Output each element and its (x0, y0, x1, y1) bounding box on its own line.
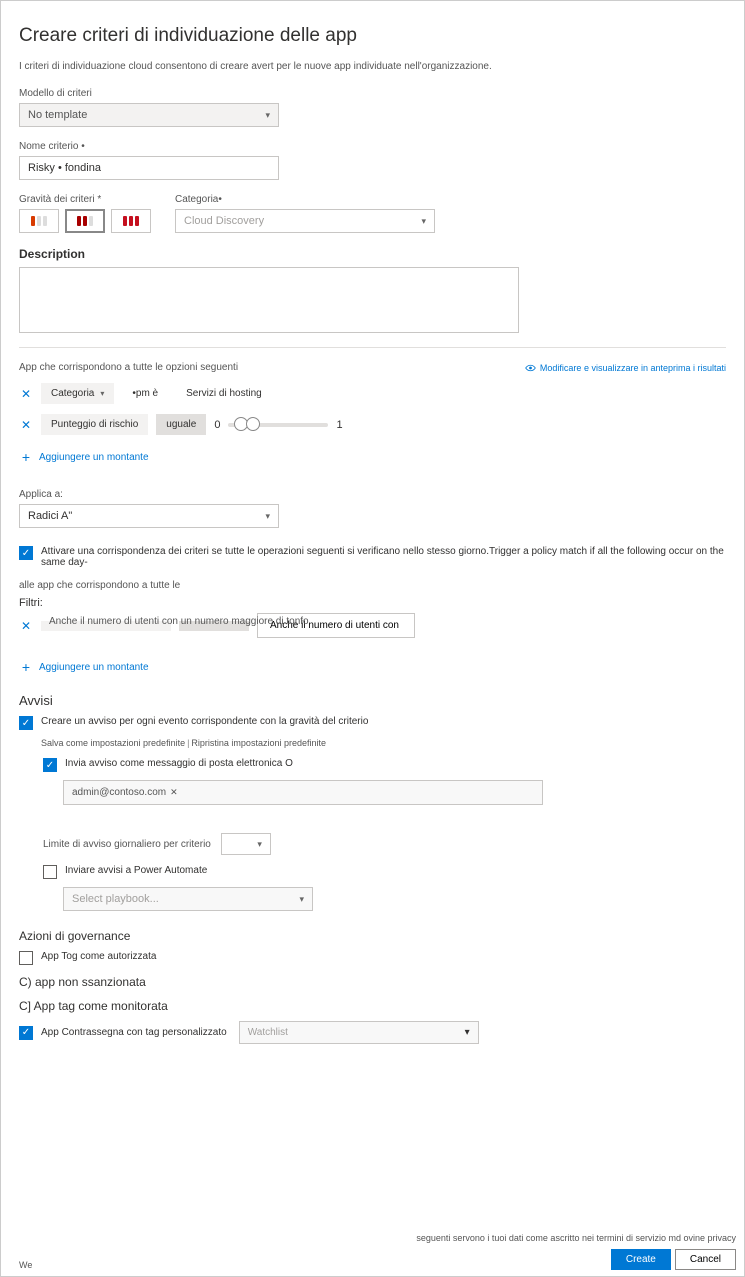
page-title: Creare criteri di individuazione delle a… (19, 25, 726, 47)
governance-header: Azioni di governance (19, 929, 726, 943)
description-textarea[interactable] (19, 267, 519, 333)
alert-settings-links: Salva come impostazioni predefinite|Ripr… (41, 738, 726, 748)
gov-unsanctioned: C) app non ssanzionata (19, 975, 726, 989)
gov-monitored: C] App tag come monitorata (19, 999, 726, 1013)
filter-op-category[interactable]: •pm è (122, 383, 168, 404)
chevron-down-icon: ▾ (265, 110, 270, 121)
create-alert-checkbox[interactable]: ✓ (19, 716, 33, 730)
template-value: No template (28, 109, 87, 121)
policyname-input[interactable]: Risky • fondina (19, 156, 279, 180)
category-label: Categoria• (175, 194, 435, 205)
apps-section-label: App che corrispondono a tutte le opzioni… (19, 362, 238, 373)
applyto-label: Applica a: (19, 489, 726, 500)
description-label: Description (19, 247, 726, 261)
gov-customtag-label: App Contrassegna con tag personalizzato (41, 1027, 227, 1038)
add-filter-button[interactable]: + Aggiungere un montante (19, 449, 726, 465)
template-select[interactable]: No template ▾ (19, 103, 279, 127)
footer-text: seguenti servono i tuoi dati come ascrit… (416, 1231, 736, 1245)
filter-val-category[interactable]: Servizi di hosting (176, 383, 272, 404)
alerts-header: Avvisi (19, 693, 726, 708)
remove-filter-icon[interactable]: ✕ (19, 418, 33, 432)
restore-default-link[interactable]: Ripristina impostazioni predefinite (191, 738, 326, 748)
severity-label: Gravità dei criteri * (19, 194, 151, 205)
plus-icon: + (19, 659, 33, 675)
gov-customtag-row: ✓ App Contrassegna con tag personalizzat… (19, 1021, 726, 1044)
playbook-select[interactable]: Select playbook... ▾ (63, 887, 313, 911)
gov-authorized-row: App Tog come autorizzata (19, 951, 726, 965)
chevron-down-icon: ▾ (257, 839, 262, 850)
severity-medium[interactable] (65, 209, 105, 233)
chevron-down-icon: ▾ (299, 894, 304, 905)
cancel-button[interactable]: Cancel (675, 1249, 736, 1270)
chevron-down-icon: ▾ (265, 511, 270, 522)
slider-max: 1 (336, 419, 342, 431)
powerautomate-row: Inviare avvisi a Power Automate (43, 865, 726, 879)
footer-left: We (19, 1260, 32, 1270)
email-alert-checkbox[interactable]: ✓ (43, 758, 57, 772)
email-chip[interactable]: admin@contoso.com ✕ (72, 787, 178, 798)
trigger-checkbox[interactable]: ✓ (19, 546, 33, 560)
severity-low[interactable] (19, 209, 59, 233)
severity-high[interactable] (111, 209, 151, 233)
category-select[interactable]: Cloud Discovery ▾ (175, 209, 435, 233)
page-subtitle: I criteri di individuazione cloud consen… (19, 61, 726, 72)
eye-icon (525, 364, 536, 372)
add-filter-button-2[interactable]: + Aggiungere un montante (19, 659, 726, 675)
category-value: Cloud Discovery (184, 215, 264, 227)
create-alert-label: Creare un avviso per ogni evento corrisp… (41, 716, 368, 727)
create-alert-row: ✓ Creare un avviso per ogni evento corri… (19, 716, 726, 730)
customtag-value: Watchlist (248, 1027, 288, 1038)
gov-authorized-label: App Tog come autorizzata (41, 951, 156, 962)
filter-op-risk[interactable]: uguale (156, 414, 206, 435)
gov-authorized-checkbox[interactable] (19, 951, 33, 965)
remove-email-icon[interactable]: ✕ (170, 787, 178, 798)
email-alert-row: ✓ Invia avviso come messaggio di posta e… (43, 758, 726, 772)
filter-field-category[interactable]: Categoria▾ (41, 383, 114, 404)
trigger-label: Attivare una corrispondenza dei criteri … (41, 546, 726, 568)
risk-slider[interactable]: 0 1 (214, 419, 342, 431)
filter-users-b[interactable] (179, 621, 249, 631)
filters-label: Filtri: (19, 597, 726, 609)
severity-group (19, 209, 151, 233)
filters-header-label: alle app che corrispondono a tutte le (19, 580, 726, 591)
applyto-value: Radici A" (28, 510, 72, 522)
filter-row-category: ✕ Categoria▾ •pm è Servizi di hosting (19, 383, 726, 404)
filter-users-a[interactable] (41, 621, 171, 631)
remove-filter-icon[interactable]: ✕ (19, 387, 33, 401)
filter-row-risk: ✕ Punteggio di rischio uguale 0 1 (19, 414, 726, 435)
create-button[interactable]: Create (611, 1249, 671, 1270)
email-input[interactable]: admin@contoso.com ✕ (63, 780, 543, 805)
gov-customtag-checkbox[interactable]: ✓ (19, 1026, 33, 1040)
trigger-check-row: ✓ Attivare una corrispondenza dei criter… (19, 546, 726, 568)
edit-preview-link[interactable]: Modificare e visualizzare in anteprima i… (525, 363, 726, 373)
template-label: Modello di criteri (19, 88, 726, 99)
remove-filter-icon[interactable]: ✕ (19, 619, 33, 633)
policyname-value: Risky • fondina (28, 162, 101, 174)
slider-min: 0 (214, 419, 220, 431)
daily-limit-label: Limite di avviso giornaliero per criteri… (43, 839, 211, 850)
daily-limit-select[interactable]: ▾ (221, 833, 271, 855)
filter-field-risk[interactable]: Punteggio di rischio (41, 414, 148, 435)
save-default-link[interactable]: Salva come impostazioni predefinite (41, 738, 185, 748)
playbook-placeholder: Select playbook... (72, 893, 159, 905)
chevron-down-icon: ▾ (421, 216, 426, 227)
powerautomate-checkbox[interactable] (43, 865, 57, 879)
plus-icon: + (19, 449, 33, 465)
chevron-down-icon: ▾ (465, 1027, 470, 1038)
filter-users-c[interactable] (257, 613, 415, 638)
email-alert-label: Invia avviso come messaggio di posta ele… (65, 758, 293, 769)
powerautomate-label: Inviare avvisi a Power Automate (65, 865, 207, 876)
customtag-select[interactable]: Watchlist ▾ (239, 1021, 479, 1044)
applyto-select[interactable]: Radici A" ▾ (19, 504, 279, 528)
policyname-label: Nome criterio • (19, 141, 726, 152)
